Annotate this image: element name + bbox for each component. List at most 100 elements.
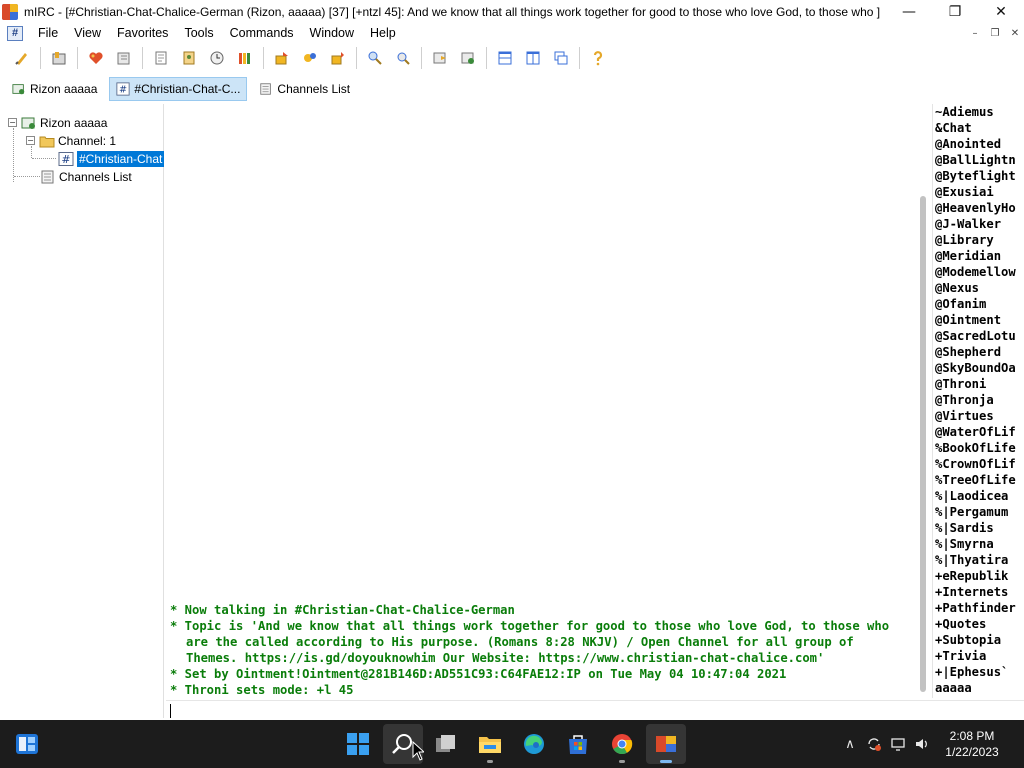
tree-item-server[interactable]: − Rizon aaaaa — [8, 114, 107, 131]
menu-help[interactable]: Help — [362, 26, 404, 40]
nick-item[interactable]: +Internets — [933, 584, 1024, 600]
volume-icon[interactable] — [910, 732, 934, 756]
nick-item[interactable]: %TreeOfLife — [933, 472, 1024, 488]
connect-button[interactable] — [8, 44, 36, 72]
address-book-button[interactable] — [175, 44, 203, 72]
menu-favorites[interactable]: Favorites — [109, 26, 176, 40]
nick-item[interactable]: %CrownOfLif — [933, 456, 1024, 472]
menu-view[interactable]: View — [66, 26, 109, 40]
nick-item[interactable]: @Anointed — [933, 136, 1024, 152]
nick-item[interactable]: @Shepherd — [933, 344, 1024, 360]
switchbar-item-server[interactable]: Rizon aaaaa — [6, 77, 103, 101]
nick-item[interactable]: aaaaa — [933, 680, 1024, 696]
nick-item[interactable]: %|Laodicea — [933, 488, 1024, 504]
nick-item[interactable]: @Exusiai — [933, 184, 1024, 200]
options-button[interactable] — [45, 44, 73, 72]
notify-list-button[interactable] — [361, 44, 389, 72]
nick-item[interactable]: %|Pergamum — [933, 504, 1024, 520]
mdi-minimize-button[interactable]: – — [968, 26, 982, 40]
nick-item[interactable]: @Nexus — [933, 280, 1024, 296]
message-input[interactable] — [166, 700, 1024, 720]
nick-item[interactable]: @J-Walker — [933, 216, 1024, 232]
mdi-close-button[interactable]: ✕ — [1008, 26, 1022, 40]
switchbar-item-channels-list[interactable]: Channels List — [253, 77, 356, 101]
url-catcher-button[interactable] — [389, 44, 417, 72]
cascade-button[interactable] — [547, 44, 575, 72]
edge-button[interactable] — [514, 724, 554, 764]
nick-item[interactable]: +Pathfinder — [933, 600, 1024, 616]
chrome-button[interactable] — [602, 724, 642, 764]
tree-item-channels-list[interactable]: Channels List — [40, 168, 132, 185]
nick-item[interactable]: %|Smyrna — [933, 536, 1024, 552]
show-hidden-icons-button[interactable]: ∧ — [838, 732, 862, 756]
widgets-icon[interactable] — [14, 732, 40, 756]
tile-horizontal-button[interactable] — [491, 44, 519, 72]
chat-scrollbar[interactable] — [916, 104, 930, 698]
nick-item[interactable]: @Virtues — [933, 408, 1024, 424]
nick-item[interactable]: @SacredLotu — [933, 328, 1024, 344]
collapse-toggle[interactable]: − — [8, 118, 17, 127]
nick-item[interactable]: @Modemellow — [933, 264, 1024, 280]
nick-item[interactable]: @BallLightn — [933, 152, 1024, 168]
nick-item[interactable]: @SkyBoundOa — [933, 360, 1024, 376]
switchbar-item-label: #Christian-Chat-C... — [134, 82, 241, 96]
chat-window[interactable]: * Now talking in #Christian-Chat-Chalice… — [166, 104, 916, 698]
scrollbar-thumb[interactable] — [920, 196, 926, 692]
nick-item[interactable]: @Byteflight — [933, 168, 1024, 184]
timer-button[interactable] — [203, 44, 231, 72]
menu-tools[interactable]: Tools — [176, 26, 221, 40]
organize-favorites-button[interactable] — [110, 44, 138, 72]
network-icon[interactable] — [886, 732, 910, 756]
received-files-button[interactable] — [454, 44, 482, 72]
switchbar-item-channel[interactable]: # #Christian-Chat-C... — [109, 77, 248, 101]
nick-item[interactable]: @Library — [933, 232, 1024, 248]
dcc-send-button[interactable] — [268, 44, 296, 72]
nick-item[interactable]: %BookOfLife — [933, 440, 1024, 456]
nick-item[interactable]: ~Adiemus — [933, 104, 1024, 120]
nick-item[interactable]: @WaterOfLif — [933, 424, 1024, 440]
mirc-taskbar-button[interactable] — [646, 724, 686, 764]
nick-item[interactable]: @Throni — [933, 376, 1024, 392]
channels-list-button[interactable] — [426, 44, 454, 72]
toolbar-separator — [421, 47, 422, 69]
nick-item[interactable]: +Quotes — [933, 616, 1024, 632]
scripts-editor-button[interactable] — [147, 44, 175, 72]
start-button[interactable] — [338, 724, 378, 764]
favorites-button[interactable] — [82, 44, 110, 72]
menu-file[interactable]: File — [30, 26, 66, 40]
file-explorer-button[interactable] — [470, 724, 510, 764]
dcc-chat-button[interactable] — [296, 44, 324, 72]
nick-item[interactable]: @HeavenlyHo — [933, 200, 1024, 216]
colors-button[interactable] — [231, 44, 259, 72]
taskbar-clock[interactable]: 2:08 PM 1/22/2023 — [934, 728, 1010, 760]
channel-window-icon[interactable]: # — [7, 25, 23, 41]
tile-vertical-button[interactable] — [519, 44, 547, 72]
toolbar-separator — [77, 47, 78, 69]
collapse-toggle[interactable]: − — [26, 136, 35, 145]
nick-item[interactable]: +Subtopia — [933, 632, 1024, 648]
nick-item[interactable]: @Ointment — [933, 312, 1024, 328]
menu-window[interactable]: Window — [302, 26, 362, 40]
nick-item[interactable]: +Trivia — [933, 648, 1024, 664]
nick-item[interactable]: @Ofanim — [933, 296, 1024, 312]
close-button[interactable]: ✕ — [978, 0, 1024, 24]
maximize-button[interactable]: ❐ — [932, 0, 978, 24]
nick-item[interactable]: +|Ephesus` — [933, 664, 1024, 680]
tree-item-channel[interactable]: # #Christian-Chat — [58, 150, 165, 167]
minimize-button[interactable]: — — [886, 0, 932, 24]
help-button[interactable] — [584, 44, 612, 72]
nick-item[interactable]: @Meridian — [933, 248, 1024, 264]
mdi-restore-button[interactable]: ❐ — [988, 26, 1002, 40]
dcc-options-icon — [331, 52, 344, 65]
task-view-button[interactable] — [426, 724, 466, 764]
nick-item[interactable]: %|Sardis — [933, 520, 1024, 536]
nick-item[interactable]: +eRepublik — [933, 568, 1024, 584]
tree-item-channel-folder[interactable]: − Channel: 1 — [26, 132, 116, 149]
nick-item[interactable]: &Chat — [933, 120, 1024, 136]
menu-commands[interactable]: Commands — [222, 26, 302, 40]
nick-item[interactable]: @Thronja — [933, 392, 1024, 408]
microsoft-store-button[interactable] — [558, 724, 598, 764]
dcc-options-button[interactable] — [324, 44, 352, 72]
nick-item[interactable]: %|Thyatira — [933, 552, 1024, 568]
sync-icon[interactable] — [862, 732, 886, 756]
